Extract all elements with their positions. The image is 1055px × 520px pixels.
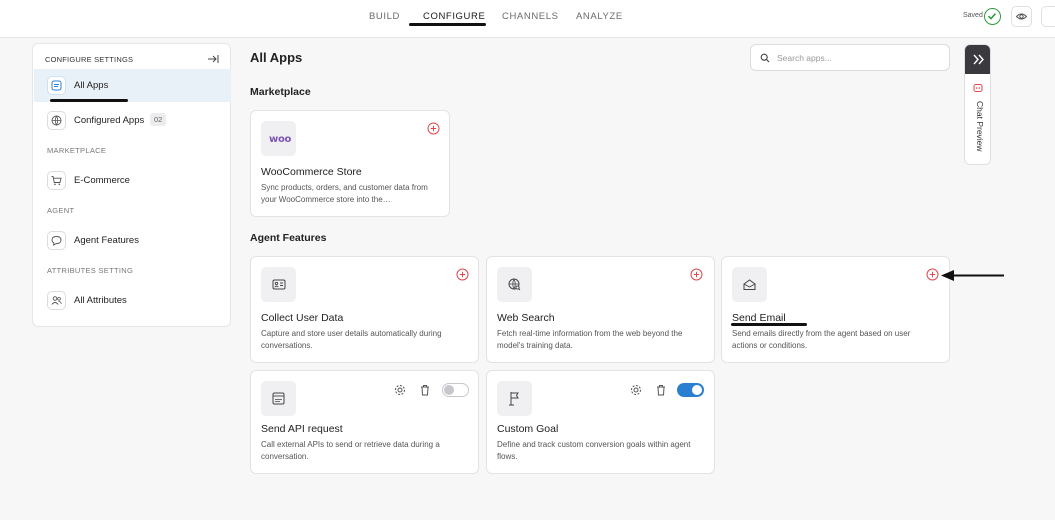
card-title: Custom Goal: [497, 423, 559, 435]
enable-toggle[interactable]: [442, 383, 469, 397]
sidebar-item-label: E-Commerce: [74, 175, 130, 186]
app-card-send-email[interactable]: Send Email Send emails directly from the…: [721, 256, 950, 363]
search-icon: [760, 53, 770, 63]
card-description: Send emails directly from the agent base…: [732, 329, 911, 350]
section-label-marketplace: MARKETPLACE: [47, 146, 107, 155]
add-icon[interactable]: [926, 268, 939, 281]
sidebar-item-agent-features[interactable]: Agent Features: [34, 224, 231, 257]
count-badge: 02: [150, 113, 167, 126]
card-description: Sync products, orders, and customer data…: [261, 183, 428, 204]
gear-icon[interactable]: [394, 384, 406, 396]
toggle-knob: [692, 385, 702, 395]
add-icon[interactable]: [690, 268, 703, 281]
sidebar-item-all-apps[interactable]: All Apps: [34, 69, 231, 102]
collapse-sidebar-icon[interactable]: [207, 54, 219, 64]
sidebar-item-ecommerce[interactable]: E-Commerce: [34, 164, 231, 197]
tab-configure[interactable]: CONFIGURE: [423, 11, 485, 22]
users-icon: [47, 291, 66, 310]
card-description: Capture and store user details automatic…: [261, 329, 442, 350]
tab-build[interactable]: BUILD: [369, 11, 400, 22]
double-chevron-right-icon: [973, 54, 984, 65]
add-icon[interactable]: [427, 122, 440, 135]
active-tab-underline: [409, 23, 486, 26]
expand-chat-button[interactable]: [965, 45, 990, 74]
more-button[interactable]: [1041, 6, 1055, 27]
app-card-send-api-request[interactable]: Send API request Call external APIs to s…: [250, 370, 479, 474]
sidebar-item-label: Agent Features: [74, 235, 139, 246]
eye-icon: [1015, 13, 1028, 20]
id-card-icon: [261, 267, 296, 302]
sidebar-item-label: Configured Apps: [74, 115, 145, 126]
card-title: WooCommerce Store: [261, 166, 362, 178]
annotation-arrow-icon: [941, 270, 1004, 281]
card-description: Fetch real-time information from the web…: [497, 329, 683, 350]
app-card-custom-goal[interactable]: Custom Goal Define and track custom conv…: [486, 370, 715, 474]
trash-icon[interactable]: [419, 384, 431, 396]
card-description: Define and track custom conversion goals…: [497, 440, 691, 461]
woo-logo-text: woo: [269, 134, 292, 145]
tab-analyze[interactable]: ANALYZE: [576, 11, 623, 22]
toggle-knob: [444, 385, 454, 395]
section-title-agent-features: Agent Features: [250, 232, 327, 244]
chat-preview-label: Chat Preview: [975, 101, 985, 152]
enable-toggle[interactable]: [677, 383, 704, 397]
sidebar-item-all-attributes[interactable]: All Attributes: [34, 284, 231, 317]
annotation-underline: [50, 99, 128, 102]
card-title: Web Search: [497, 312, 555, 324]
search-box[interactable]: [750, 44, 950, 71]
globe-search-icon: [497, 267, 532, 302]
preview-button[interactable]: [1011, 6, 1032, 27]
add-icon[interactable]: [456, 268, 469, 281]
apps-icon: [47, 76, 66, 95]
api-icon: [261, 381, 296, 416]
annotation-underline: [731, 323, 807, 326]
mail-icon: [732, 267, 767, 302]
section-title-marketplace: Marketplace: [250, 86, 311, 98]
top-bar: BUILD CONFIGURE CHANNELS ANALYZE Saved: [0, 0, 1055, 38]
sidebar-item-label: All Apps: [74, 80, 109, 91]
chat-bot-icon: [973, 84, 983, 92]
chat-bubble-icon: [47, 231, 66, 250]
sidebar-item-label: All Attributes: [74, 295, 127, 306]
sidebar: CONFIGURE SETTINGS All Apps Configured A…: [32, 43, 231, 327]
trash-icon[interactable]: [655, 384, 667, 396]
app-card-woocommerce[interactable]: woo WooCommerce Store Sync products, ord…: [250, 110, 450, 217]
card-title: Collect User Data: [261, 312, 344, 324]
app-card-collect-user-data[interactable]: Collect User Data Capture and store user…: [250, 256, 479, 363]
section-label-attributes: ATTRIBUTES SETTING: [47, 266, 134, 275]
tab-channels[interactable]: CHANNELS: [502, 11, 559, 22]
flag-icon: [497, 381, 532, 416]
card-title: Send API request: [261, 423, 343, 435]
globe-icon: [47, 111, 66, 130]
card-description: Call external APIs to send or retrieve d…: [261, 440, 440, 461]
sidebar-header: CONFIGURE SETTINGS: [45, 55, 134, 64]
page-title: All Apps: [250, 50, 303, 65]
section-label-agent: AGENT: [47, 206, 75, 215]
search-input[interactable]: [777, 50, 942, 66]
chat-preview-panel[interactable]: Chat Preview: [964, 44, 991, 165]
sidebar-item-configured-apps[interactable]: Configured Apps 02: [34, 104, 231, 137]
saved-status: Saved: [963, 12, 983, 19]
cart-icon: [47, 171, 66, 190]
gear-icon[interactable]: [630, 384, 642, 396]
app-card-web-search[interactable]: Web Search Fetch real-time information f…: [486, 256, 715, 363]
woocommerce-logo: woo: [261, 121, 296, 156]
check-icon: [984, 8, 1001, 25]
